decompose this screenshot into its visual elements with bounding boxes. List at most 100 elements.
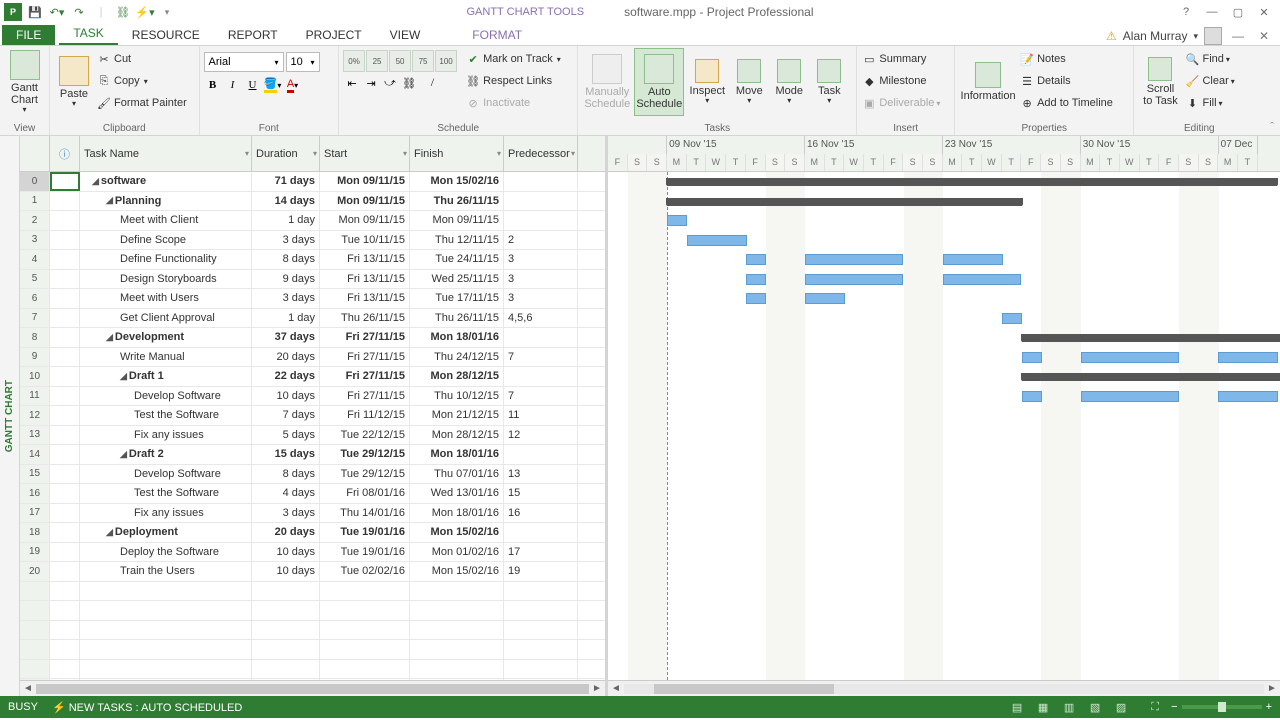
respect-links-button[interactable]: ⛓Respect Links bbox=[465, 70, 561, 92]
save-icon[interactable]: 💾 bbox=[26, 3, 44, 21]
gantt-scroll-right-icon[interactable]: ► bbox=[1264, 683, 1280, 694]
zoom-fit-icon[interactable]: ⛶ bbox=[1143, 698, 1167, 716]
font-size-combo[interactable]: 10▾ bbox=[286, 52, 320, 72]
inactivate-button[interactable]: ⊘Inactivate bbox=[465, 92, 561, 114]
summary-bar[interactable] bbox=[1022, 334, 1280, 342]
collapse-ribbon-icon[interactable]: ˆ bbox=[1264, 46, 1280, 135]
undo-icon[interactable]: ↶▾ bbox=[48, 3, 66, 21]
mode-button[interactable]: Mode▾ bbox=[770, 48, 808, 116]
font-color-button[interactable]: A▾ bbox=[284, 76, 302, 94]
vertical-view-tab[interactable]: GANTT CHART bbox=[0, 136, 20, 696]
pct-75-button[interactable]: 75 bbox=[412, 50, 434, 72]
maximize-icon[interactable]: ▢ bbox=[1226, 2, 1250, 22]
tab-report[interactable]: REPORT bbox=[214, 25, 292, 45]
table-row[interactable]: 9Write Manual20 daysFri 27/11/15Thu 24/1… bbox=[20, 348, 605, 368]
table-row[interactable]: 14◢Draft 215 daysTue 29/12/15Mon 18/01/1… bbox=[20, 445, 605, 465]
inspect-button[interactable]: Inspect▾ bbox=[686, 48, 728, 116]
summary-bar[interactable] bbox=[1022, 373, 1280, 381]
task-bar[interactable] bbox=[746, 274, 766, 285]
add-timeline-button[interactable]: ⊕Add to Timeline bbox=[1019, 92, 1113, 114]
bold-button[interactable]: B bbox=[204, 76, 222, 94]
tab-format[interactable]: FORMAT bbox=[458, 25, 536, 45]
task-bar[interactable] bbox=[1081, 352, 1179, 363]
summary-bar[interactable] bbox=[667, 198, 1022, 206]
view-resource-sheet-icon[interactable]: ▧ bbox=[1083, 698, 1107, 716]
start-header[interactable]: Start▾ bbox=[320, 136, 410, 171]
deliverable-button[interactable]: ▣Deliverable▾ bbox=[861, 92, 940, 114]
table-row[interactable]: 16Test the Software4 daysFri 08/01/16Wed… bbox=[20, 484, 605, 504]
cut-button[interactable]: ✂Cut bbox=[96, 48, 187, 70]
table-row[interactable]: 10◢Draft 122 daysFri 27/11/15Mon 28/12/1… bbox=[20, 367, 605, 387]
indent-button[interactable]: ⇥ bbox=[362, 74, 380, 92]
table-row[interactable]: 0◢software71 daysMon 09/11/15Mon 15/02/1… bbox=[20, 172, 605, 192]
link-icon[interactable]: ⛓ bbox=[114, 3, 132, 21]
pct-0-button[interactable]: 0% bbox=[343, 50, 365, 72]
task-bar[interactable] bbox=[667, 215, 687, 226]
tab-project[interactable]: PROJECT bbox=[292, 25, 376, 45]
tab-resource[interactable]: RESOURCE bbox=[118, 25, 214, 45]
task-bar[interactable] bbox=[1002, 313, 1022, 324]
table-row[interactable]: 11Develop Software10 daysFri 27/11/15Thu… bbox=[20, 387, 605, 407]
user-avatar[interactable] bbox=[1204, 27, 1222, 45]
predecessors-header[interactable]: Predecessor▾ bbox=[504, 136, 578, 171]
task-bar[interactable] bbox=[805, 293, 845, 304]
table-row[interactable] bbox=[20, 640, 605, 660]
pct-25-button[interactable]: 25 bbox=[366, 50, 388, 72]
copy-button[interactable]: ⎘Copy▾ bbox=[96, 70, 187, 92]
grid-hscroll[interactable]: ◄ ► bbox=[20, 680, 605, 696]
manually-schedule-button[interactable]: Manually Schedule bbox=[582, 48, 632, 116]
information-button[interactable]: Information bbox=[959, 48, 1017, 116]
table-row[interactable]: 15Develop Software8 daysTue 29/12/15Thu … bbox=[20, 465, 605, 485]
notes-button[interactable]: 📝Notes bbox=[1019, 48, 1113, 70]
table-row[interactable]: 2Meet with Client1 dayMon 09/11/15Mon 09… bbox=[20, 211, 605, 231]
fill-button[interactable]: ⬇Fill▾ bbox=[1184, 92, 1234, 114]
link-tasks-button[interactable]: ⛓ bbox=[400, 74, 418, 92]
gantt-hscroll[interactable]: ◄ ► bbox=[608, 680, 1280, 696]
finish-header[interactable]: Finish▾ bbox=[410, 136, 504, 171]
view-report-icon[interactable]: ▨ bbox=[1109, 698, 1133, 716]
scroll-right-icon[interactable]: ► bbox=[589, 683, 605, 694]
grid-body[interactable]: 0◢software71 daysMon 09/11/15Mon 15/02/1… bbox=[20, 172, 605, 680]
task-bar[interactable] bbox=[746, 254, 766, 265]
close-icon[interactable]: ✕ bbox=[1252, 2, 1276, 22]
outdent-button[interactable]: ⇤ bbox=[343, 74, 361, 92]
warning-icon[interactable]: ⚠ bbox=[1106, 29, 1117, 43]
task-bar[interactable] bbox=[943, 274, 1021, 285]
find-button[interactable]: 🔍Find▾ bbox=[1184, 48, 1234, 70]
mark-on-track-button[interactable]: ✔Mark on Track▾ bbox=[465, 48, 561, 70]
pct-100-button[interactable]: 100 bbox=[435, 50, 457, 72]
zoom-control[interactable]: ⛶ − + bbox=[1143, 698, 1272, 716]
table-row[interactable]: 5Design Storyboards9 daysFri 13/11/15Wed… bbox=[20, 270, 605, 290]
tab-view[interactable]: VIEW bbox=[376, 25, 435, 45]
summary-bar[interactable] bbox=[667, 178, 1277, 186]
clear-button[interactable]: 🧹Clear▾ bbox=[1184, 70, 1234, 92]
table-row[interactable]: 7Get Client Approval1 dayThu 26/11/15Thu… bbox=[20, 309, 605, 329]
summary-button[interactable]: ▭Summary bbox=[861, 48, 940, 70]
table-row[interactable] bbox=[20, 621, 605, 641]
view-task-usage-icon[interactable]: ▦ bbox=[1031, 698, 1055, 716]
table-row[interactable]: 6Meet with Users3 daysFri 13/11/15Tue 17… bbox=[20, 289, 605, 309]
user-name[interactable]: Alan Murray bbox=[1123, 29, 1188, 43]
task-bar[interactable] bbox=[1081, 391, 1179, 402]
task-bar[interactable] bbox=[805, 274, 903, 285]
task-bar[interactable] bbox=[1022, 391, 1042, 402]
redo-icon[interactable]: ↷ bbox=[70, 3, 88, 21]
qat-more-icon[interactable]: ⚡▾ bbox=[136, 3, 154, 21]
task-bar[interactable] bbox=[805, 254, 903, 265]
font-name-combo[interactable]: Arial▾ bbox=[204, 52, 284, 72]
table-row[interactable]: 18◢Deployment20 daysTue 19/01/16Mon 15/0… bbox=[20, 523, 605, 543]
milestone-button[interactable]: ◆Milestone bbox=[861, 70, 940, 92]
zoom-out-icon[interactable]: − bbox=[1171, 701, 1177, 713]
table-row[interactable]: 17Fix any issues3 daysThu 14/01/16Mon 18… bbox=[20, 504, 605, 524]
mdi-minimize-icon[interactable]: — bbox=[1228, 29, 1248, 43]
task-name-header[interactable]: Task Name▾ bbox=[80, 136, 252, 171]
table-row[interactable]: 1◢Planning14 daysMon 09/11/15Thu 26/11/1… bbox=[20, 192, 605, 212]
table-row[interactable]: 12Test the Software7 daysFri 11/12/15Mon… bbox=[20, 406, 605, 426]
zoom-in-icon[interactable]: + bbox=[1266, 701, 1272, 713]
scroll-left-icon[interactable]: ◄ bbox=[20, 683, 36, 694]
zoom-slider[interactable] bbox=[1182, 705, 1262, 709]
table-row[interactable]: 13Fix any issues5 daysTue 22/12/15Mon 28… bbox=[20, 426, 605, 446]
qat-customize-icon[interactable]: ▾ bbox=[158, 3, 176, 21]
view-team-planner-icon[interactable]: ▥ bbox=[1057, 698, 1081, 716]
table-row[interactable] bbox=[20, 660, 605, 680]
